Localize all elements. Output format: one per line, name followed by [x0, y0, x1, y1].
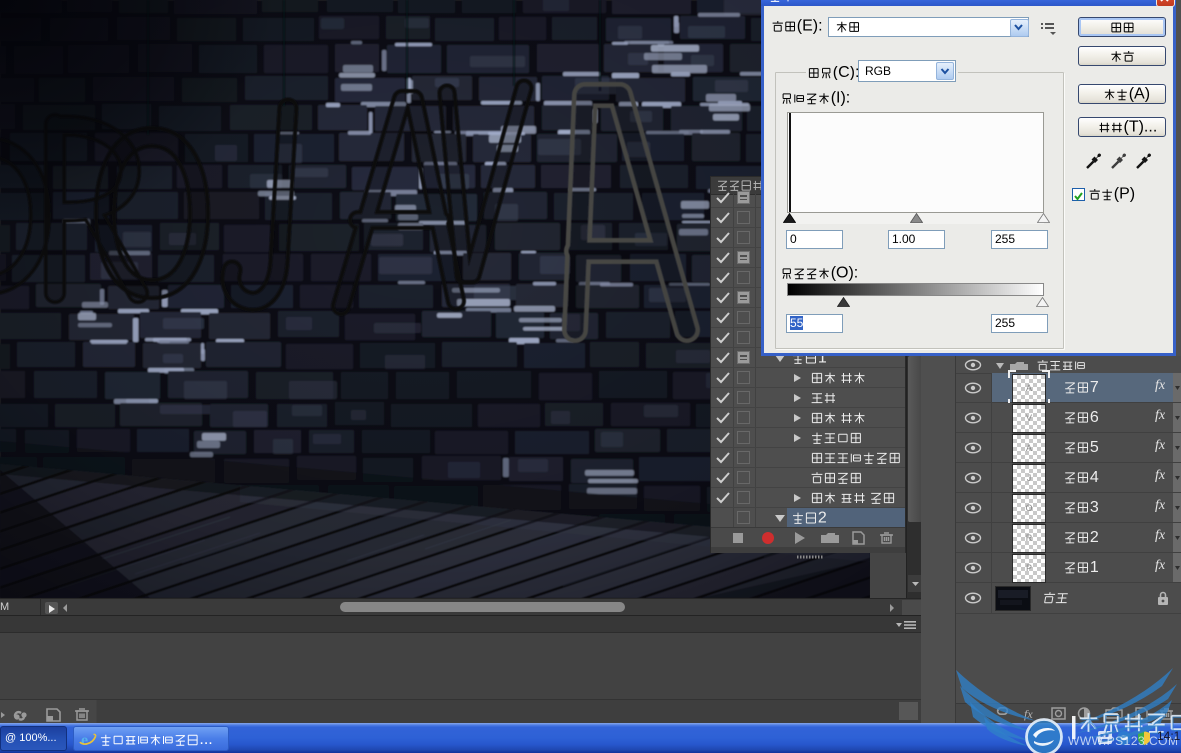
svg-text:(I):: (I):	[831, 91, 851, 106]
svg-text:(O):: (O):	[831, 266, 859, 281]
svg-text:...: ...	[199, 732, 212, 748]
svg-text:fx: fx	[1024, 707, 1033, 721]
svg-text:6: 6	[1090, 410, 1099, 425]
svg-text:7: 7	[1090, 380, 1099, 395]
svg-text:(E):: (E):	[797, 19, 823, 34]
svg-text:5: 5	[1090, 440, 1099, 455]
svg-text:2: 2	[818, 510, 827, 526]
svg-text:(T)...: (T)...	[1124, 119, 1158, 136]
svg-text:3: 3	[1090, 500, 1099, 515]
svg-text:(P): (P)	[1114, 187, 1135, 202]
svg-text:1: 1	[1090, 560, 1099, 575]
svg-text:e: e	[81, 732, 88, 748]
svg-text:(A): (A)	[1129, 86, 1150, 103]
svg-text:4: 4	[1090, 470, 1099, 485]
svg-text:2: 2	[1090, 530, 1099, 545]
svg-text:(C):: (C):	[833, 66, 860, 80]
